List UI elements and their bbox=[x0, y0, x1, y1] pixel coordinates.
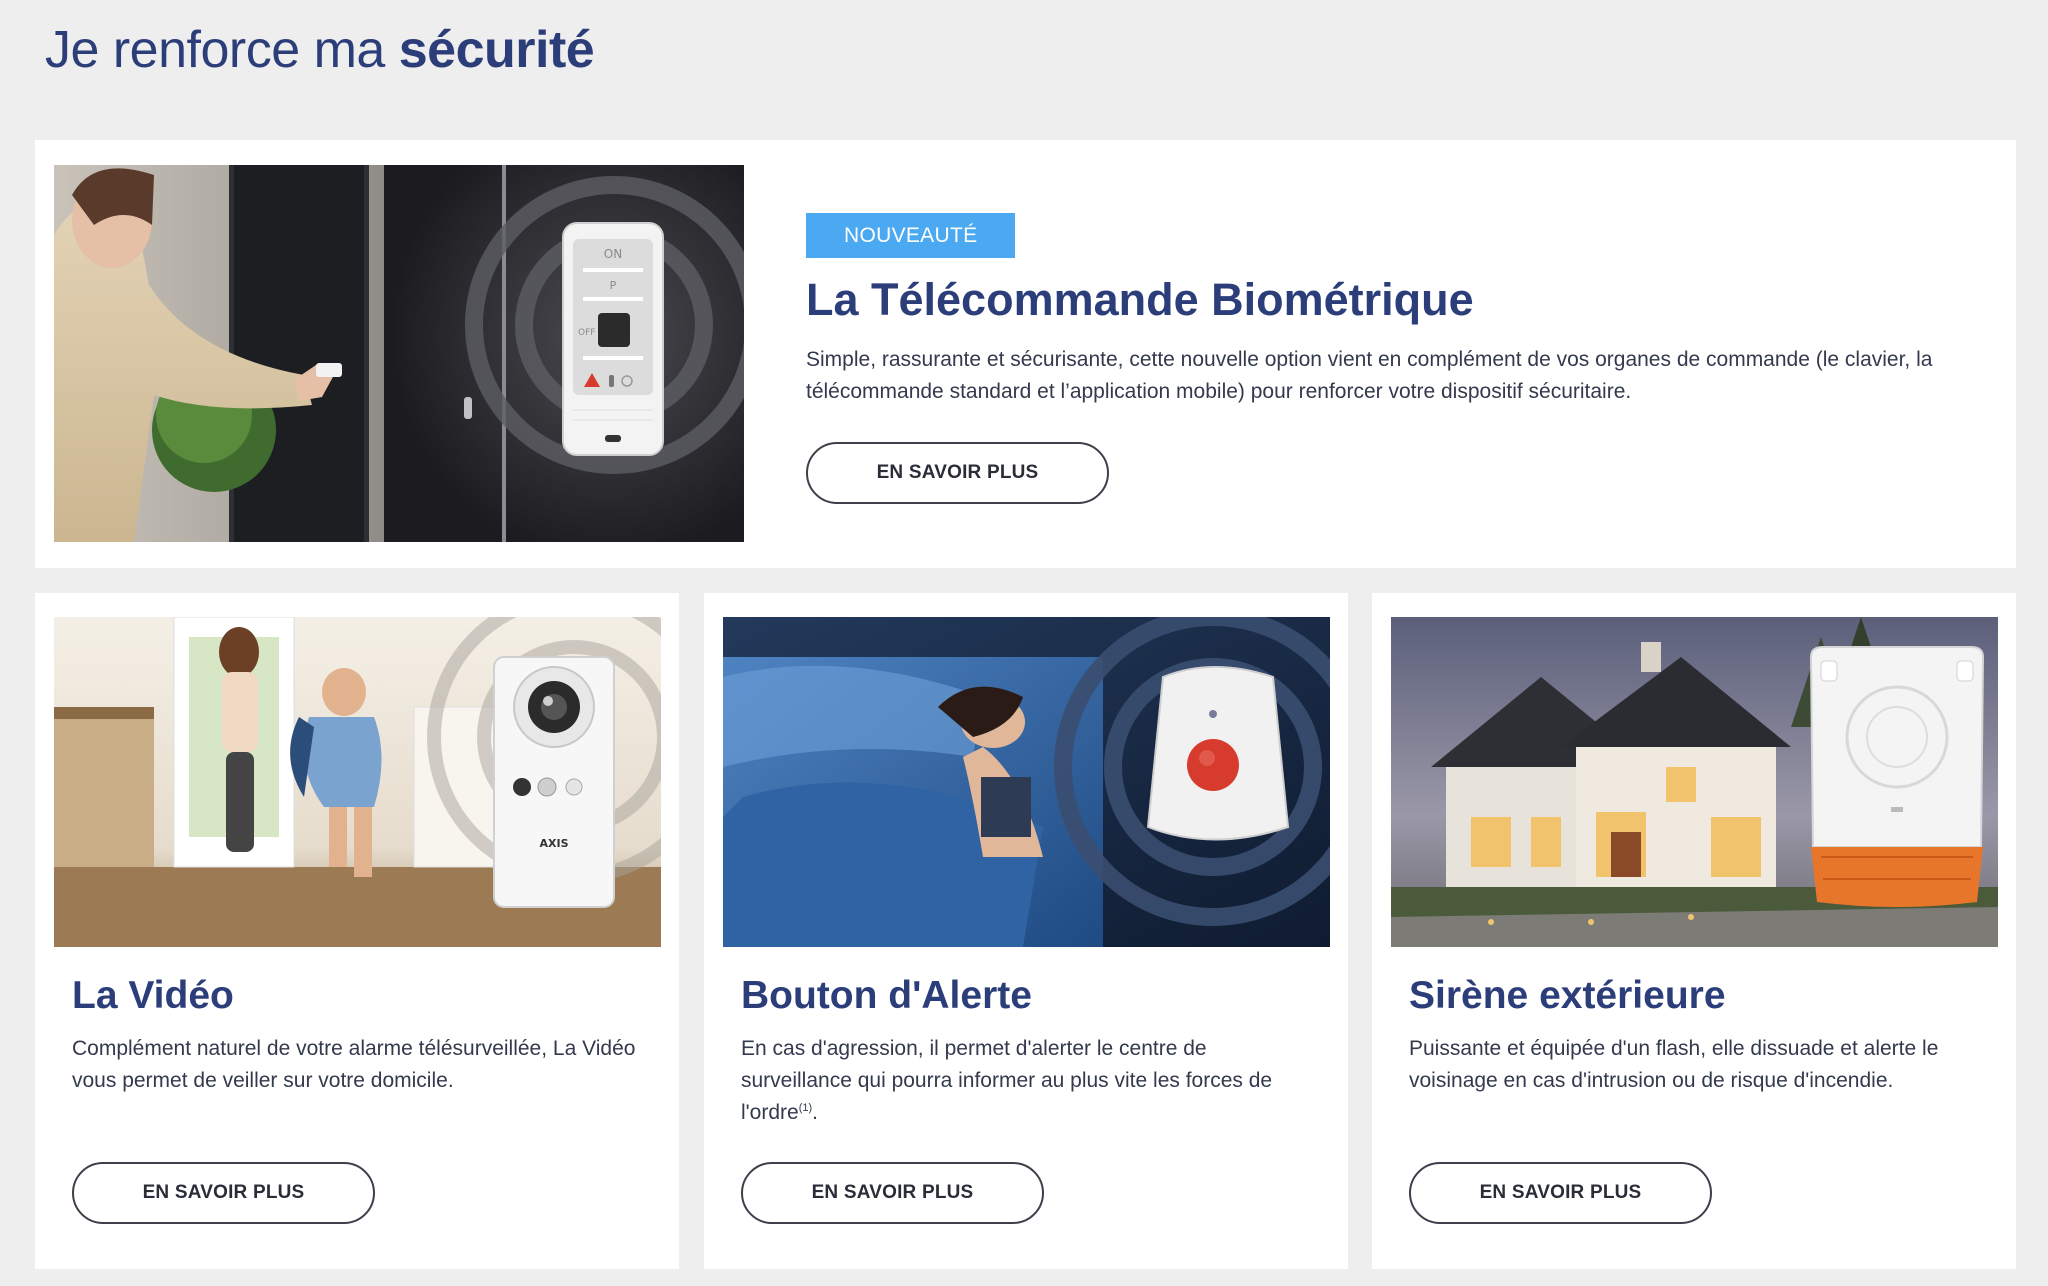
page: Je renforce ma sécurité ON P OFF NOUVEAU… bbox=[0, 0, 2048, 1286]
footnote-marker: (1) bbox=[798, 1102, 813, 1114]
featured-description: Simple, rassurante et sécurisante, cette… bbox=[806, 348, 1933, 403]
new-badge: NOUVEAUTÉ bbox=[806, 213, 1016, 258]
alert-learn-more-button[interactable]: EN SAVOIR PLUS bbox=[741, 1162, 1044, 1224]
video-camera-illustration: AXIS bbox=[54, 617, 661, 947]
page-title-prefix: Je renforce ma bbox=[45, 21, 399, 79]
alert-button-card: Bouton d'Alerte En cas d'agression, il p… bbox=[704, 593, 1348, 1269]
outdoor-siren-illustration bbox=[1391, 617, 1998, 947]
alert-card-description: En cas d'agression, il permet d'alerter … bbox=[741, 1037, 1273, 1124]
svg-text:AXIS: AXIS bbox=[539, 837, 568, 850]
outdoor-siren-image bbox=[1391, 617, 1998, 947]
alert-button-illustration bbox=[723, 617, 1330, 947]
biometric-remote-illustration: ON P OFF bbox=[54, 165, 744, 542]
svg-text:ON: ON bbox=[604, 247, 622, 261]
featured-learn-more-button[interactable]: EN SAVOIR PLUS bbox=[806, 442, 1109, 504]
svg-text:OFF: OFF bbox=[578, 328, 595, 338]
alert-card-title: Bouton d'Alerte bbox=[741, 974, 1032, 1017]
page-title: Je renforce ma sécurité bbox=[45, 14, 595, 86]
siren-learn-more-button[interactable]: EN SAVOIR PLUS bbox=[1409, 1162, 1712, 1224]
video-learn-more-button[interactable]: EN SAVOIR PLUS bbox=[72, 1162, 375, 1224]
siren-card: Sirène extérieure Puissante et équipée d… bbox=[1372, 593, 2016, 1269]
svg-text:P: P bbox=[610, 279, 617, 292]
alert-button-image bbox=[723, 617, 1330, 947]
siren-card-title: Sirène extérieure bbox=[1409, 974, 1726, 1017]
video-camera-image: AXIS bbox=[54, 617, 661, 947]
biometric-remote-image: ON P OFF bbox=[54, 165, 744, 542]
video-card: AXIS La Vidéo Complément naturel de votr… bbox=[35, 593, 679, 1269]
siren-card-description: Puissante et équipée d'un flash, elle di… bbox=[1409, 1037, 1939, 1092]
featured-title: La Télécommande Biométrique bbox=[806, 274, 1474, 325]
featured-product-card: ON P OFF NOUVEAUTÉ La Télécommande Biomé… bbox=[35, 140, 2016, 568]
video-card-title: La Vidéo bbox=[72, 974, 234, 1017]
featured-content: NOUVEAUTÉ La Télécommande Biométrique Si… bbox=[806, 213, 1976, 504]
video-card-description: Complément naturel de votre alarme télés… bbox=[72, 1037, 636, 1092]
page-title-emphasis: sécurité bbox=[398, 21, 595, 79]
